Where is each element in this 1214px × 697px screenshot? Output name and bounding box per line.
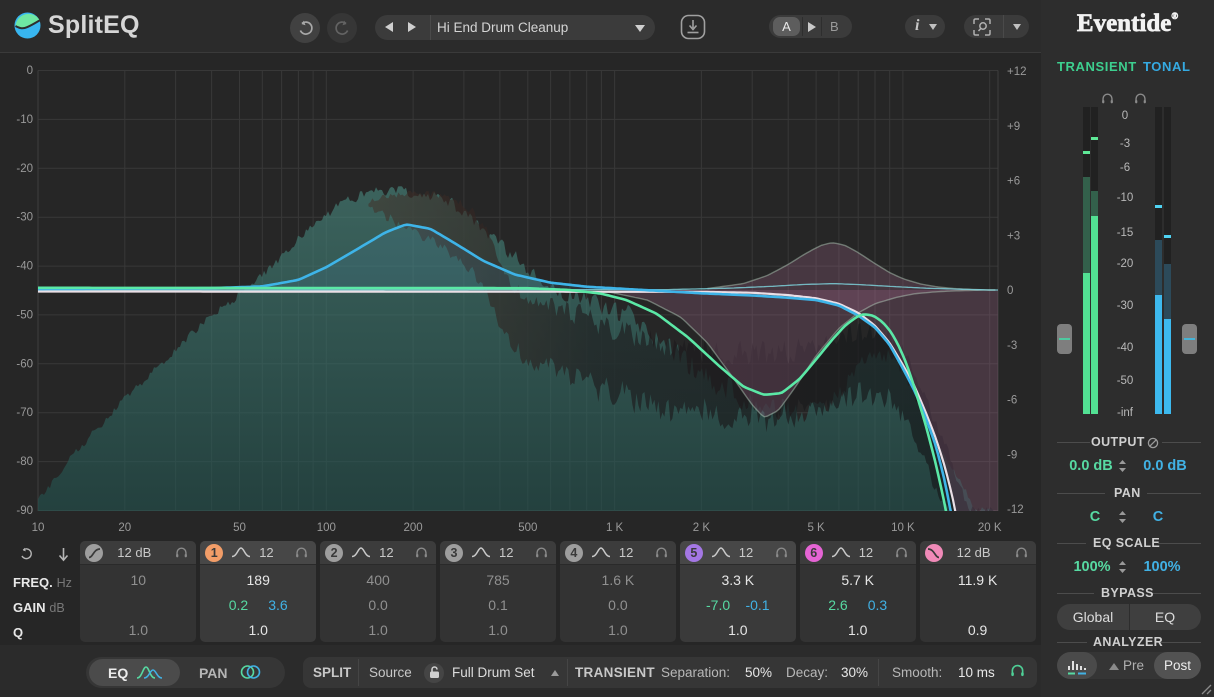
svg-text:-12: -12: [1007, 504, 1024, 516]
svg-text:-10: -10: [16, 114, 33, 126]
svg-text:50: 50: [233, 522, 246, 534]
svg-text:-90: -90: [16, 505, 33, 517]
svg-text:1 K: 1 K: [606, 522, 624, 534]
svg-text:-60: -60: [16, 358, 33, 370]
svg-text:-70: -70: [16, 407, 33, 419]
svg-text:+9: +9: [1007, 121, 1020, 133]
svg-text:0: 0: [1007, 285, 1013, 297]
svg-text:-6: -6: [1007, 395, 1017, 407]
svg-text:-80: -80: [16, 456, 33, 468]
svg-text:5 K: 5 K: [807, 522, 825, 534]
svg-text:10 K: 10 K: [891, 522, 915, 534]
svg-text:10: 10: [32, 522, 45, 534]
svg-text:100: 100: [317, 522, 336, 534]
svg-text:0: 0: [27, 65, 33, 77]
svg-text:+12: +12: [1007, 66, 1027, 78]
svg-text:-20: -20: [16, 163, 33, 175]
svg-text:-30: -30: [16, 212, 33, 224]
svg-text:500: 500: [518, 522, 537, 534]
svg-text:+3: +3: [1007, 230, 1020, 242]
svg-text:2 K: 2 K: [693, 522, 711, 534]
svg-text:20: 20: [118, 522, 131, 534]
svg-text:-40: -40: [16, 261, 33, 273]
svg-text:-50: -50: [16, 309, 33, 321]
svg-text:200: 200: [404, 522, 423, 534]
svg-text:+6: +6: [1007, 176, 1020, 188]
svg-text:20 K: 20 K: [978, 522, 1002, 534]
svg-text:-9: -9: [1007, 449, 1017, 461]
svg-text:-3: -3: [1007, 340, 1017, 352]
